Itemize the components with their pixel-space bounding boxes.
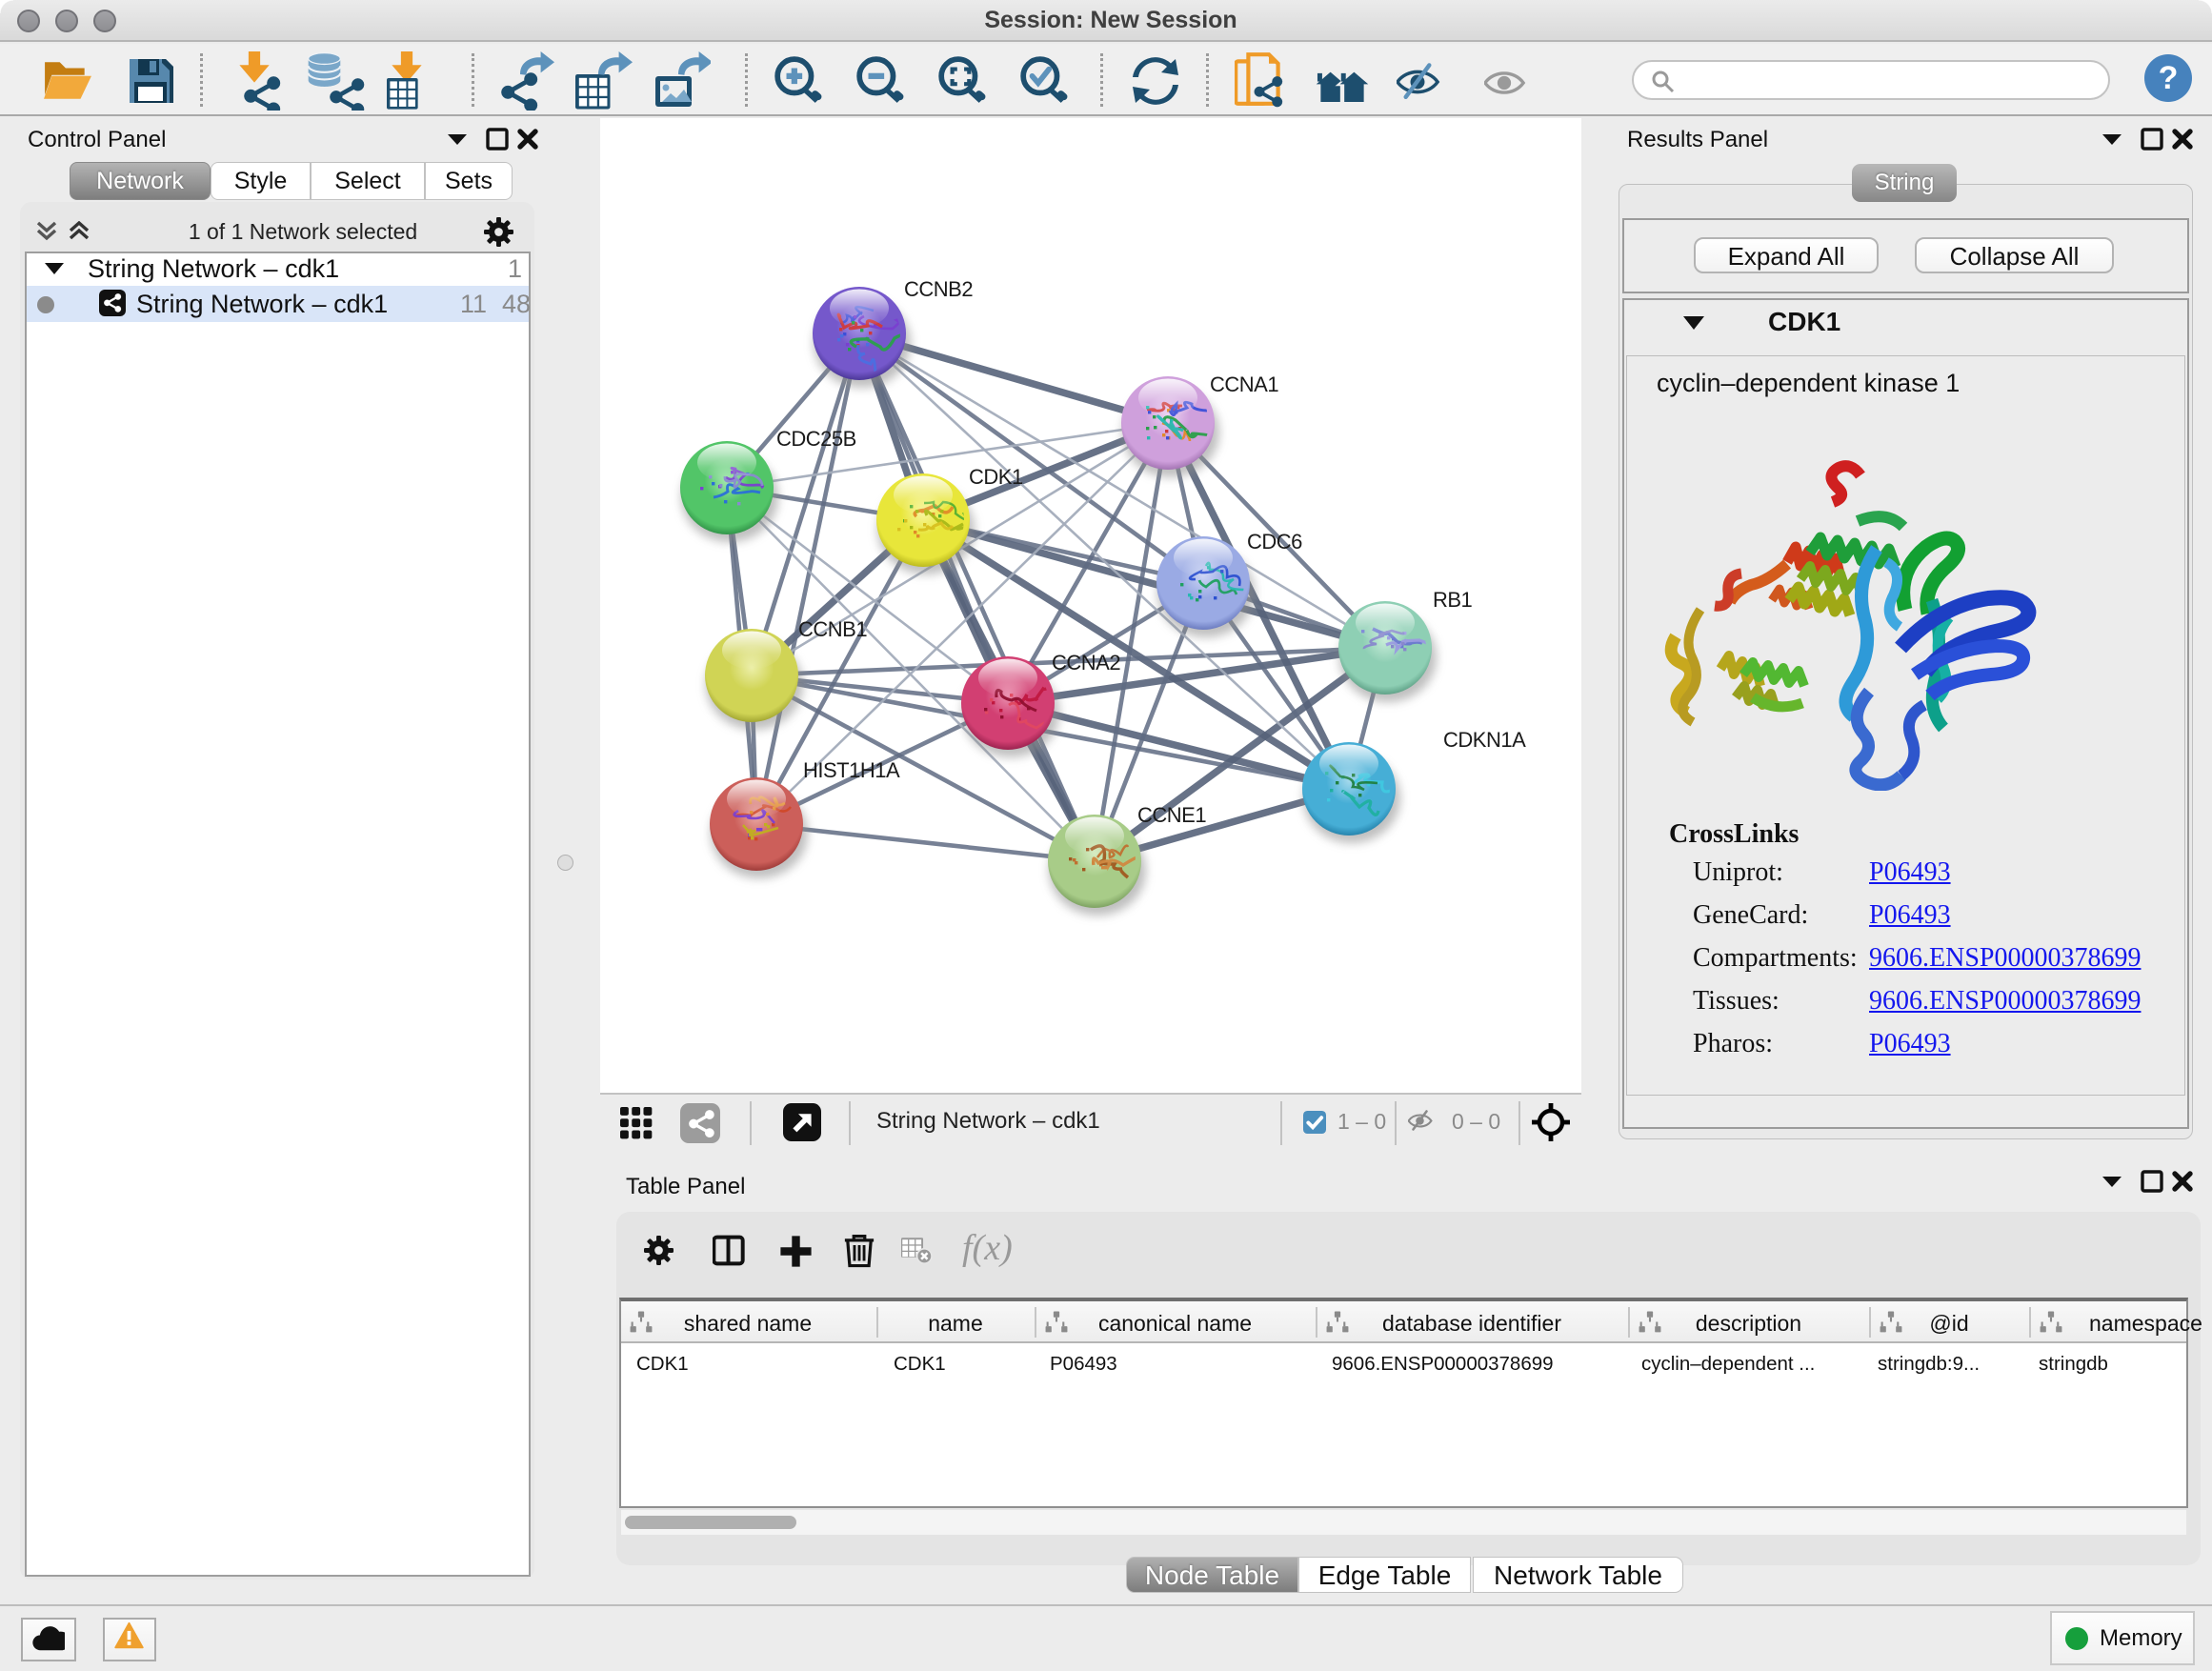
svg-text:HIST1H1A: HIST1H1A	[803, 758, 900, 782]
svg-text:CCNA1: CCNA1	[1210, 372, 1278, 396]
svg-text:?: ?	[2159, 60, 2179, 96]
svg-text:CDK1: CDK1	[969, 465, 1023, 489]
svg-text:CDC25B: CDC25B	[776, 427, 856, 451]
svg-text:CCNB1: CCNB1	[798, 617, 867, 641]
svg-text:CCNE1: CCNE1	[1137, 803, 1206, 827]
svg-text:CCNB2: CCNB2	[904, 277, 973, 301]
svg-text:CDC6: CDC6	[1247, 530, 1302, 554]
svg-text:RB1: RB1	[1433, 588, 1473, 612]
svg-text:CCNA2: CCNA2	[1052, 651, 1120, 674]
svg-text:CDKN1A: CDKN1A	[1443, 728, 1526, 752]
